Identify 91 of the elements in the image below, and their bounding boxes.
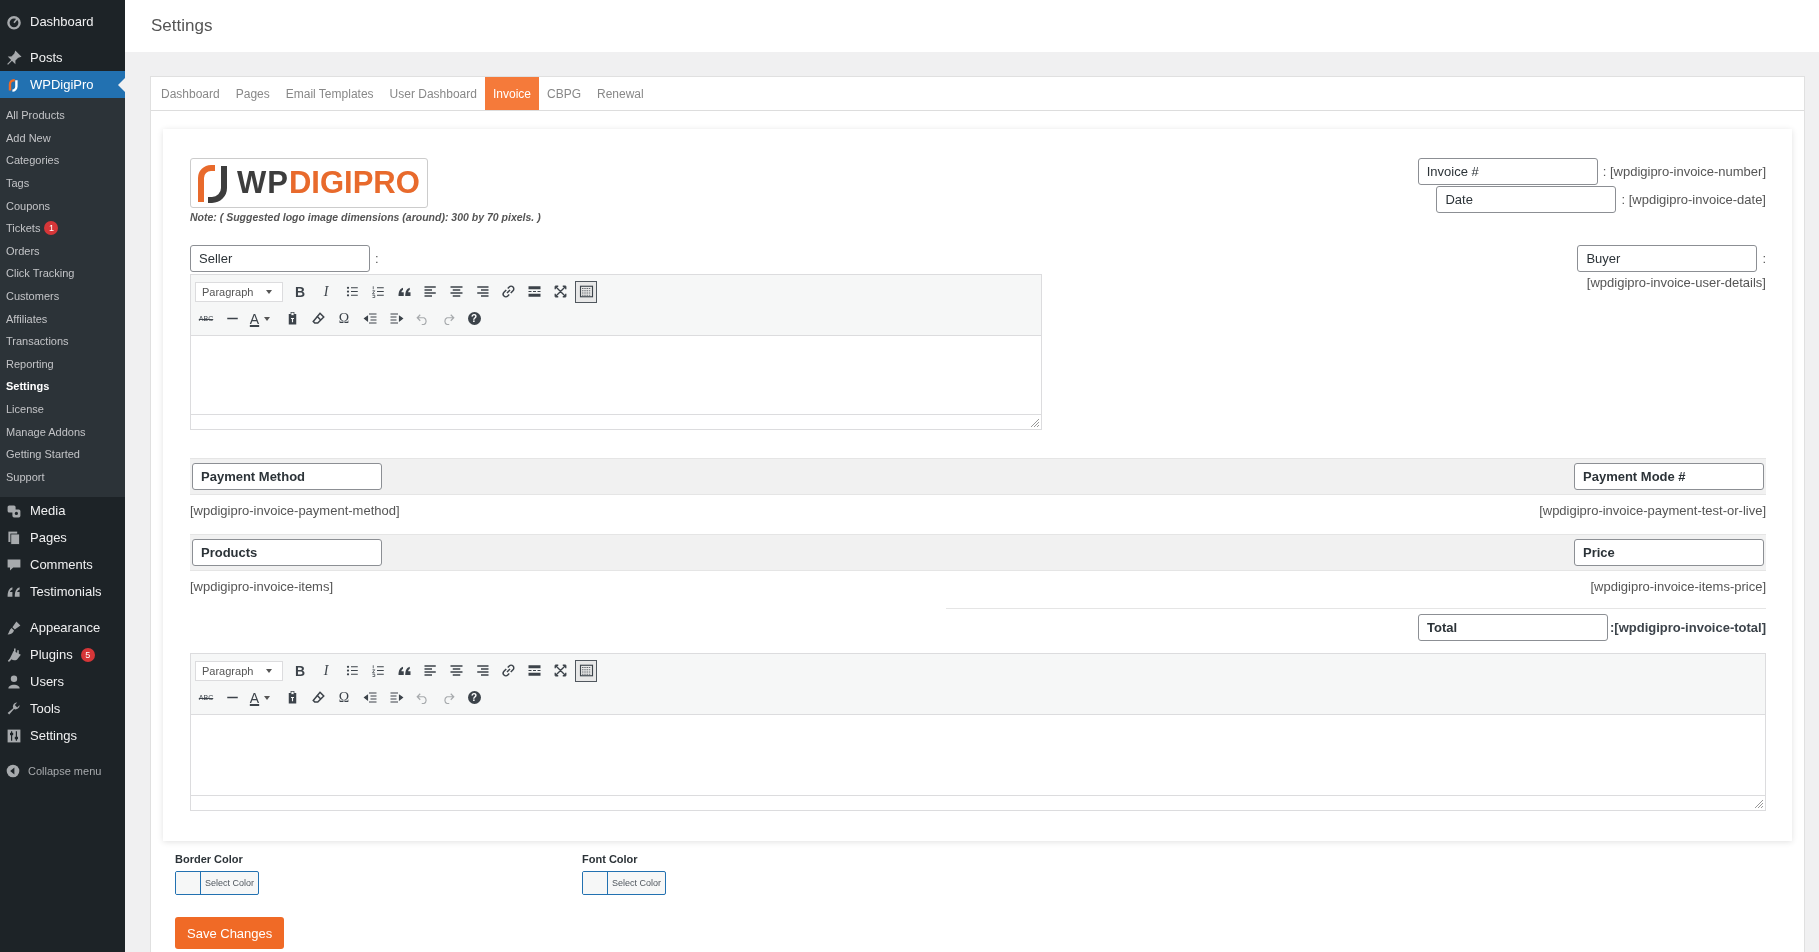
logo-image[interactable]: WPDIGIPRO xyxy=(190,158,428,208)
shortcode-text: [wpdigipro-invoice-payment-test-or-live] xyxy=(1539,503,1766,518)
shortcode-text: [wpdigipro-invoice-items-price] xyxy=(1590,579,1766,594)
menu-item[interactable]: Dashboard xyxy=(0,8,125,35)
pages-icon xyxy=(6,529,22,546)
italic-button[interactable]: I xyxy=(315,280,337,303)
users-icon xyxy=(6,673,22,690)
submenu-item[interactable]: Coupons xyxy=(0,194,125,217)
shortcode-text: [wpdigipro-invoice-payment-method] xyxy=(190,503,400,518)
submenu-item[interactable]: Settings xyxy=(0,375,125,398)
resize-grip-icon[interactable] xyxy=(1755,800,1763,808)
submenu-item[interactable]: Tags xyxy=(0,171,125,195)
input-field[interactable]: Products xyxy=(192,539,382,566)
submenu-item[interactable]: Affiliates xyxy=(0,307,125,330)
submenu-item[interactable]: Reporting xyxy=(0,352,125,376)
tab[interactable]: User Dashboard xyxy=(381,77,485,110)
menu-item[interactable]: Users xyxy=(0,668,125,696)
italic-button[interactable]: I xyxy=(315,659,337,682)
input-field[interactable]: Total xyxy=(1418,614,1608,641)
tools-icon xyxy=(6,700,22,717)
dashboard-icon xyxy=(6,13,22,30)
logo-text: WP xyxy=(237,165,289,201)
submenu-item[interactable]: Orders xyxy=(0,239,125,263)
separator-text: : xyxy=(375,251,379,266)
submenu-item[interactable]: Getting Started xyxy=(0,442,125,466)
plugins-icon xyxy=(6,646,22,663)
input-field[interactable]: Invoice # xyxy=(1417,158,1598,185)
input-field[interactable]: Payment Mode # xyxy=(1574,463,1764,490)
tab[interactable]: Email Templates xyxy=(277,77,382,110)
menu-item[interactable]: WPDigiPro xyxy=(0,71,125,98)
count-badge: 5 xyxy=(80,647,95,662)
shortcode-text: :[wpdigipro-invoice-total] xyxy=(1610,620,1766,635)
submenu-item[interactable]: Customers xyxy=(0,284,125,308)
menu-item[interactable]: Plugins 5 xyxy=(0,641,125,669)
tab[interactable]: Dashboard xyxy=(153,77,228,110)
submenu-item[interactable]: All Products xyxy=(0,104,125,127)
format-dropdown[interactable]: Paragraph xyxy=(195,660,283,681)
separator-text: : xyxy=(1762,251,1766,266)
logo-note: Note: ( Suggested logo image dimensions (around): 300 by 70 pixels. ) xyxy=(190,211,541,223)
help-button[interactable]: ? xyxy=(463,686,485,709)
submenu-item[interactable]: Tickets 1 xyxy=(0,216,125,240)
field-label: Border Color xyxy=(175,853,244,865)
appearance-icon xyxy=(6,619,22,636)
format-dropdown[interactable]: Paragraph xyxy=(195,281,283,302)
bold-button[interactable]: B xyxy=(289,280,311,303)
submenu-item[interactable]: Transactions xyxy=(0,329,125,353)
tab[interactable]: CBPG xyxy=(539,77,589,110)
submenu-item[interactable]: Support xyxy=(0,465,125,489)
select-color-button[interactable]: Select Color xyxy=(175,871,259,895)
submenu-item[interactable]: License xyxy=(0,397,125,421)
tab[interactable]: Renewal xyxy=(589,77,652,110)
menu-item[interactable]: Tools xyxy=(0,695,125,723)
comments-icon xyxy=(6,556,22,573)
input-field[interactable]: Price xyxy=(1574,539,1764,566)
shortcode-text: [wpdigipro-invoice-items] xyxy=(190,579,334,594)
page-title: Settings xyxy=(151,16,213,36)
text-color-button[interactable]: A xyxy=(247,307,277,330)
collapse-icon xyxy=(6,764,20,779)
count-badge: 1 xyxy=(44,221,59,236)
menu-item[interactable]: Comments xyxy=(0,551,125,579)
menu-item[interactable]: Posts xyxy=(0,44,125,71)
help-button[interactable]: ? xyxy=(463,307,485,330)
resize-grip-icon[interactable] xyxy=(1031,419,1039,427)
shortcode-text: : [wpdigipro-invoice-number] xyxy=(1602,164,1766,179)
collapse-menu-button[interactable]: Collapse menu xyxy=(0,758,125,785)
submenu-item[interactable]: Add New xyxy=(0,126,125,150)
submenu-item[interactable]: Manage Addons xyxy=(0,420,125,443)
input-field[interactable]: Buyer xyxy=(1577,245,1758,272)
menu-item[interactable]: Pages xyxy=(0,524,125,552)
bold-button[interactable]: B xyxy=(289,659,311,682)
select-color-button[interactable]: Select Color xyxy=(582,871,666,895)
posts-icon xyxy=(6,49,22,66)
submenu-item[interactable]: Click Tracking xyxy=(0,262,125,285)
text-color-button[interactable]: A xyxy=(247,686,277,709)
menu-item[interactable]: Settings xyxy=(0,722,125,750)
field-label: Font Color xyxy=(582,853,639,865)
menu-item[interactable]: Media xyxy=(0,497,125,525)
menu-item[interactable]: Testimonials xyxy=(0,578,125,606)
media-icon xyxy=(6,502,22,519)
logo-text: DIGIPRO xyxy=(288,165,420,201)
input-field[interactable]: Date xyxy=(1436,186,1617,213)
special-character-button[interactable]: Ω xyxy=(333,686,355,709)
special-character-button[interactable]: Ω xyxy=(333,307,355,330)
input-field[interactable]: Seller xyxy=(190,245,370,272)
shortcode-text: : [wpdigipro-invoice-date] xyxy=(1621,192,1766,207)
tab[interactable]: Pages xyxy=(227,77,278,110)
settings-icon xyxy=(6,727,22,744)
shortcode-text: [wpdigipro-invoice-user-details] xyxy=(1586,275,1766,290)
input-field[interactable]: Payment Method xyxy=(192,463,382,490)
menu-item[interactable]: Appearance xyxy=(0,614,125,642)
submenu-item[interactable]: Categories xyxy=(0,149,125,172)
